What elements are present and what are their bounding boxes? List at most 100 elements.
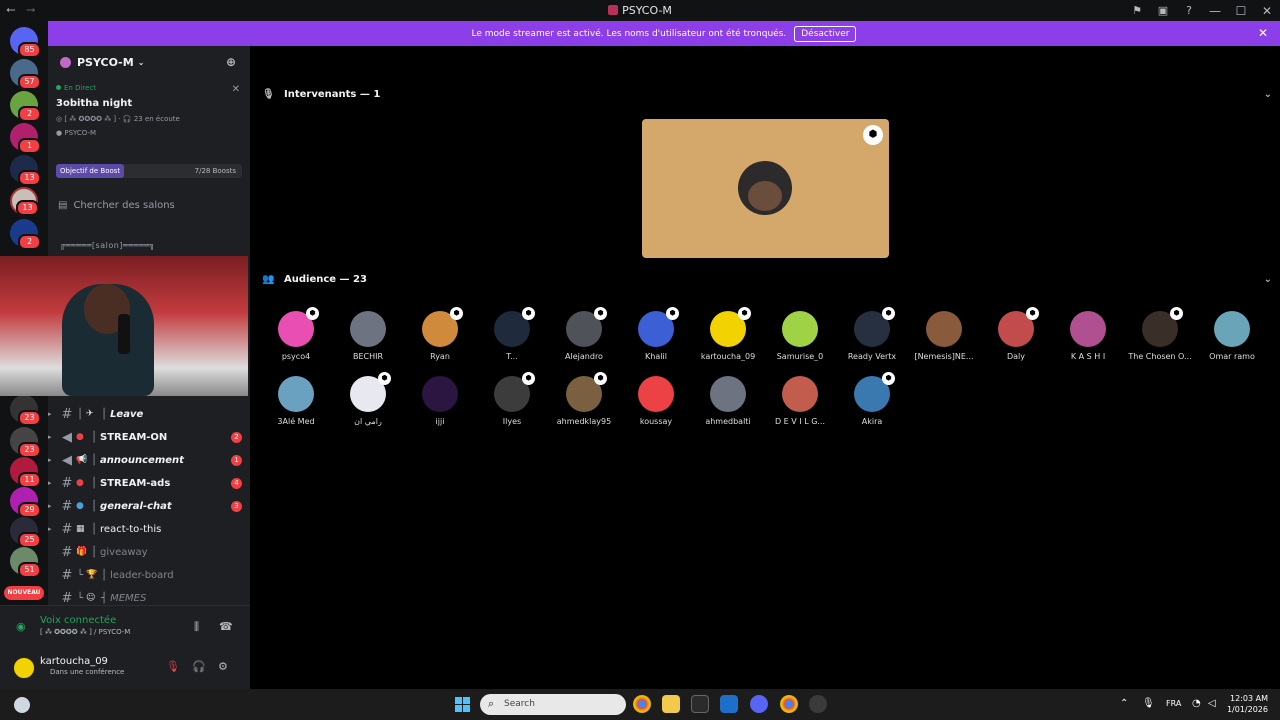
server-icon[interactable]: 2 bbox=[10, 91, 41, 122]
user-status: Dans une conférence bbox=[50, 668, 125, 676]
stage-host: PSYCO-M bbox=[64, 129, 97, 137]
audience-member[interactable]: ⬢ Alejandro bbox=[548, 307, 620, 371]
close-icon[interactable]: ✕ bbox=[1258, 26, 1268, 40]
server-icon[interactable]: 25 bbox=[10, 517, 41, 548]
chrome-icon[interactable] bbox=[780, 695, 798, 713]
audience-member[interactable]: ahmedbalti bbox=[692, 376, 764, 436]
server-icon[interactable]: 13 bbox=[10, 155, 41, 186]
avatar bbox=[1070, 311, 1106, 347]
server-icon[interactable]: 29 bbox=[10, 487, 41, 518]
speaker-card[interactable]: ⬢ bbox=[642, 119, 889, 258]
chrome-icon[interactable] bbox=[633, 695, 651, 713]
audience-member[interactable]: BECHIR bbox=[332, 311, 404, 371]
audience-member[interactable]: ⬢ Ilyes bbox=[476, 372, 548, 436]
mail-icon[interactable] bbox=[720, 695, 738, 713]
audience-member[interactable]: ⬢ ahmedklay95 bbox=[548, 372, 620, 436]
flag-icon[interactable]: ⚑ bbox=[1124, 4, 1150, 17]
mute-microphone-icon[interactable]: 🎙 bbox=[166, 660, 180, 673]
server-icon[interactable]: 23 bbox=[10, 395, 41, 426]
chevron-up-icon[interactable]: ⌃ bbox=[1120, 698, 1128, 709]
server-icon[interactable]: 13 bbox=[10, 187, 39, 216]
grid-icon: ▤ bbox=[58, 200, 68, 211]
server-icon[interactable]: 2 bbox=[10, 219, 41, 250]
server-icon[interactable]: 11 bbox=[10, 457, 41, 488]
channel-emoji: ● bbox=[76, 432, 84, 442]
server-badge: 2 bbox=[18, 234, 41, 250]
file-explorer-icon[interactable] bbox=[662, 695, 680, 713]
audience-member[interactable]: K A S H I bbox=[1052, 311, 1124, 371]
guild-name: PSYCO-M bbox=[77, 55, 134, 69]
audience-member[interactable]: ⬢ T... bbox=[476, 307, 548, 371]
channel-item[interactable]: ▸ ◀ ● │ STREAM-ON 2 bbox=[48, 427, 242, 447]
wifi-icon[interactable]: ◔ bbox=[1192, 698, 1201, 709]
channel-item[interactable]: # 🎁 │ giveaway bbox=[48, 542, 242, 562]
voice-location[interactable]: [ ⁂ ✪✪✪✪ ⁂ ] / PSYCO-M bbox=[40, 628, 130, 636]
screen-icon[interactable]: ▣ bbox=[1150, 4, 1176, 17]
audience-member[interactable]: [Nemesis]NE... bbox=[908, 311, 980, 371]
avatar[interactable] bbox=[12, 656, 36, 680]
server-icon[interactable]: 23 bbox=[10, 427, 41, 458]
noise-suppression-icon[interactable]: ⫼ bbox=[194, 620, 199, 634]
audience-member[interactable]: koussay bbox=[620, 376, 692, 436]
avatar bbox=[278, 376, 314, 412]
audience-member[interactable]: ⬢ Akira bbox=[836, 372, 908, 436]
chevron-down-icon[interactable]: ⌄ bbox=[1264, 274, 1272, 285]
audience-member[interactable]: D E V I L G... bbox=[764, 376, 836, 436]
gear-icon[interactable]: ⚙ bbox=[218, 660, 228, 673]
close-icon[interactable]: ✕ bbox=[232, 84, 240, 95]
channel-item[interactable]: ▸ ◀ 📢 │ announcement 1 bbox=[48, 450, 242, 470]
new-badge[interactable]: NOUVEAU bbox=[4, 586, 44, 600]
audience-member[interactable]: ⬢ The Chosen O... bbox=[1124, 307, 1196, 371]
channel-item[interactable]: ▸ # │ ✈ │ Leave bbox=[48, 404, 242, 424]
channel-item[interactable]: ▸ # ▦ │ react-to-this bbox=[48, 519, 242, 539]
invite-people-icon[interactable]: ⊕ bbox=[226, 55, 236, 69]
direct-messages-icon[interactable]: 85 bbox=[10, 27, 41, 58]
maximize-button[interactable]: ☐ bbox=[1228, 4, 1254, 18]
audience-header[interactable]: 👥 Audience — 23 ⌄ bbox=[262, 271, 1272, 287]
live-stage-card[interactable]: En Direct 3obitha night ◎ [ ⁂ ✪✪✪✪ ⁂ ] ·… bbox=[56, 84, 242, 148]
headphones-icon[interactable]: 🎧 bbox=[192, 660, 206, 673]
audience-member[interactable]: 3Alé Med bbox=[260, 376, 332, 436]
username[interactable]: kartoucha_09 bbox=[40, 656, 108, 667]
app-icon[interactable] bbox=[809, 695, 827, 713]
widgets-icon[interactable] bbox=[14, 697, 30, 713]
boost-progress[interactable]: Objectif de Boost 7/28 Boosts bbox=[56, 164, 242, 178]
channel-item[interactable]: ▸ # ● │ general-chat 3 bbox=[48, 496, 242, 516]
taskbar: ⌕ Search ⌃ 🎙 FRA ◔ ◁ 12:03 AM 1/01/2026 bbox=[0, 689, 1280, 720]
channel-search[interactable]: ▤ Chercher des salons bbox=[58, 200, 175, 211]
chevron-down-icon[interactable]: ⌄ bbox=[1264, 89, 1272, 100]
audience-member[interactable]: ⬢ رامي ان bbox=[332, 372, 404, 436]
server-icon[interactable]: 51 bbox=[10, 547, 41, 578]
channel-item[interactable]: # └ 🏆 │ leader-board bbox=[48, 565, 242, 585]
disable-streamer-mode-button[interactable]: Désactiver bbox=[794, 25, 857, 42]
audience-member[interactable]: ⬢ Ryan bbox=[404, 307, 476, 371]
disconnect-icon[interactable]: ☎ bbox=[219, 620, 233, 633]
server-icon[interactable]: 1 bbox=[10, 123, 41, 154]
volume-icon[interactable]: ◁ bbox=[1208, 698, 1216, 709]
audience-member-name: ahmedbalti bbox=[705, 417, 751, 426]
help-icon[interactable]: ? bbox=[1176, 4, 1202, 17]
channel-item[interactable]: ▸ # ● │ STREAM-ads 4 bbox=[48, 473, 242, 493]
audience-member[interactable]: ⬢ psyco4 bbox=[260, 307, 332, 371]
audience-member[interactable]: Omar ramo bbox=[1196, 311, 1268, 371]
taskbar-search[interactable]: ⌕ Search bbox=[480, 694, 626, 715]
audience-member[interactable]: ⬢ kartoucha_09 bbox=[692, 307, 764, 371]
audience-member[interactable]: ⬢ Khalil bbox=[620, 307, 692, 371]
voice-status[interactable]: Voix connectée bbox=[40, 615, 116, 626]
clock[interactable]: 12:03 AM 1/01/2026 bbox=[1227, 693, 1268, 715]
start-button[interactable] bbox=[455, 697, 471, 713]
discord-icon[interactable] bbox=[750, 695, 768, 713]
audience-member[interactable]: ⬢ Daly bbox=[980, 307, 1052, 371]
server-icon[interactable]: 57 bbox=[10, 59, 41, 90]
audience-member[interactable]: ijji bbox=[404, 376, 476, 436]
guild-header[interactable]: PSYCO-M ⌄ ⊕ bbox=[48, 46, 250, 78]
language-indicator[interactable]: FRA bbox=[1166, 699, 1181, 708]
audience-member[interactable]: Samurise_0 bbox=[764, 311, 836, 371]
microphone-icon[interactable]: 🎙 bbox=[1142, 698, 1155, 709]
close-window-button[interactable]: ✕ bbox=[1254, 4, 1280, 18]
minimize-button[interactable]: — bbox=[1202, 4, 1228, 18]
store-icon[interactable] bbox=[691, 695, 709, 713]
category-header[interactable]: ╔═════[salon]═════╗ bbox=[60, 241, 155, 250]
audience-member[interactable]: ⬢ Ready Vertx bbox=[836, 307, 908, 371]
speakers-header[interactable]: 🎙 Intervenants — 1 ⌄ bbox=[262, 86, 1272, 102]
